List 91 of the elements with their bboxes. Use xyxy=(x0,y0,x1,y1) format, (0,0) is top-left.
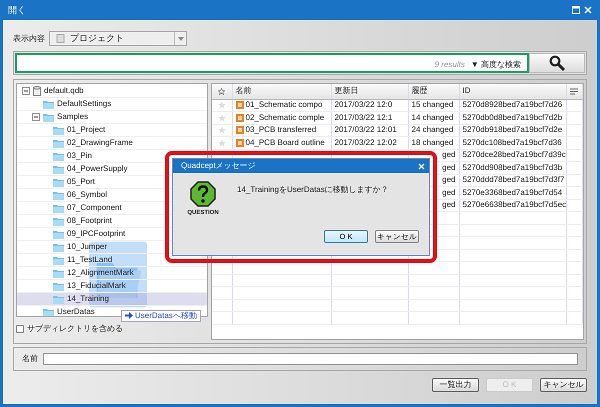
tree-item[interactable]: 14_Training xyxy=(67,295,109,303)
tree-item[interactable]: DefaultSettings xyxy=(57,100,112,108)
tree-item[interactable]: 12_AlignmentMark xyxy=(67,269,134,277)
tree-item[interactable]: 04_PowerSupply xyxy=(67,165,128,173)
window-title: 開く xyxy=(8,4,26,16)
table-cell: 5270dc108bed7a19bcf7d36 xyxy=(459,136,566,149)
star-icon[interactable] xyxy=(218,126,226,134)
tree-item[interactable]: 09_IPCFootprint xyxy=(67,230,126,238)
tree-item[interactable]: 01_Project xyxy=(67,126,106,134)
folder-icon xyxy=(53,152,64,160)
dialog-title: Quadceptメッセージ xyxy=(181,161,256,171)
folder-icon xyxy=(53,126,64,134)
table-cell: 5270dce28bed7a19bcf7d39c xyxy=(459,149,566,162)
folder-icon xyxy=(53,216,64,226)
folder-icon xyxy=(53,294,64,304)
close-icon[interactable] xyxy=(584,6,592,14)
document-icon xyxy=(56,34,65,43)
star-icon[interactable] xyxy=(218,101,226,110)
table-cell: 5270db0d8bed7a19bcf7d2b xyxy=(459,112,566,124)
search-button[interactable] xyxy=(529,53,585,73)
folder-icon xyxy=(53,242,64,252)
advanced-search-link[interactable]: ▼ 高度な検索 xyxy=(470,60,521,70)
star-icon[interactable] xyxy=(218,114,226,122)
column-header[interactable]: 履歴 xyxy=(408,84,459,99)
folder-icon xyxy=(53,282,64,290)
table-cell: 5270ddd78bed7a19bcf7d3f7 xyxy=(459,174,566,186)
results-count: 9 results xyxy=(434,60,465,70)
table-cell: 2017/03/22 12:0 xyxy=(331,99,408,112)
tree-item[interactable]: 06_Symbol xyxy=(67,191,108,199)
folder-icon xyxy=(53,204,64,212)
maximize-icon[interactable] xyxy=(572,6,580,14)
folder-icon xyxy=(43,100,54,108)
caret-icon xyxy=(178,36,184,40)
folder-icon xyxy=(53,138,64,148)
table-cell: 03_PCB transferred xyxy=(246,126,316,134)
tree-item[interactable]: 03_Pin xyxy=(67,152,92,160)
search-icon xyxy=(549,55,565,71)
name-label: 名前 xyxy=(22,354,38,364)
column-header[interactable]: ID xyxy=(459,84,566,99)
table-cell: 18 changed xyxy=(408,136,459,149)
tree-item[interactable]: 05_Port xyxy=(67,178,96,186)
table-cell: 2017/03/22 12:02 xyxy=(331,136,408,149)
table-cell: 02_Schematic comple xyxy=(246,114,324,122)
question-icon xyxy=(190,181,216,207)
tree-item[interactable]: 08_Footprint xyxy=(67,217,112,225)
folder-icon xyxy=(43,112,54,122)
dialog-button[interactable]: キャンセル xyxy=(540,378,587,392)
collapse-icon[interactable] xyxy=(22,87,30,95)
tree-item[interactable]: 11_TestLand xyxy=(67,256,112,264)
table-cell: 15 changed xyxy=(408,99,459,112)
tree-item[interactable]: 07_Component xyxy=(67,204,122,212)
star-icon[interactable] xyxy=(218,88,226,95)
dialog-button[interactable]: 一覧出力 xyxy=(432,378,479,392)
table-cell: 5270d8928bed7a19bcf7d26 xyxy=(459,99,566,112)
folder-icon xyxy=(53,190,64,200)
dialog-message: 14_TrainingをUserDatasに移動しますか？ xyxy=(237,185,390,195)
tree-item[interactable]: default.qdb xyxy=(44,87,84,95)
display-dropdown[interactable]: プロジェクト xyxy=(49,31,187,46)
column-header[interactable]: 更新日 xyxy=(331,84,408,99)
table-cell: 14 changed xyxy=(408,112,459,124)
arrow-icon xyxy=(125,312,133,320)
table-cell: 5270dd908bed7a19bcf7d3b xyxy=(459,162,566,174)
folder-icon xyxy=(53,230,64,238)
tree-item[interactable]: Samples xyxy=(57,113,88,121)
column-header[interactable]: 名前 xyxy=(232,84,331,99)
table-cell: 2017/03/22 12:1 xyxy=(331,112,408,124)
folder-icon xyxy=(53,164,64,174)
folder-icon xyxy=(53,178,64,186)
display-label: 表示内容 xyxy=(13,34,45,44)
folder-icon xyxy=(53,268,64,278)
name-field[interactable] xyxy=(43,353,578,365)
table-cell: 2017/03/22 12:01 xyxy=(331,124,408,136)
tree-item[interactable]: 02_DrawingFrame xyxy=(67,139,133,147)
tree-item[interactable]: 10_Jumper xyxy=(67,243,108,251)
folder-icon xyxy=(43,308,54,316)
table-cell: 5270db918bed7a19bcf7d2e xyxy=(459,124,566,136)
star-icon[interactable] xyxy=(218,138,226,147)
column-menu-icon[interactable] xyxy=(570,88,578,95)
collapse-icon[interactable] xyxy=(32,113,40,121)
close-icon[interactable] xyxy=(418,162,425,170)
table-cell: 01_Schematic compo xyxy=(246,101,322,110)
tree-item[interactable]: UserDatas xyxy=(57,308,95,316)
table-cell: 04_PCB Board outline xyxy=(246,138,325,147)
tree-item[interactable]: 13_FiducialMark xyxy=(67,282,126,290)
checkbox-label: サブディレクトリを含める xyxy=(27,324,123,334)
drag-tooltip: UserDatasへ移動 xyxy=(121,310,201,322)
folder-icon xyxy=(53,256,64,264)
checkbox[interactable] xyxy=(16,324,24,333)
table-cell: 5270e3368bed7a19bcf7d54 xyxy=(459,186,566,199)
table-cell: 24 changed xyxy=(408,124,459,136)
search-field[interactable]: 9 results ▼ 高度な検索 xyxy=(15,53,529,73)
